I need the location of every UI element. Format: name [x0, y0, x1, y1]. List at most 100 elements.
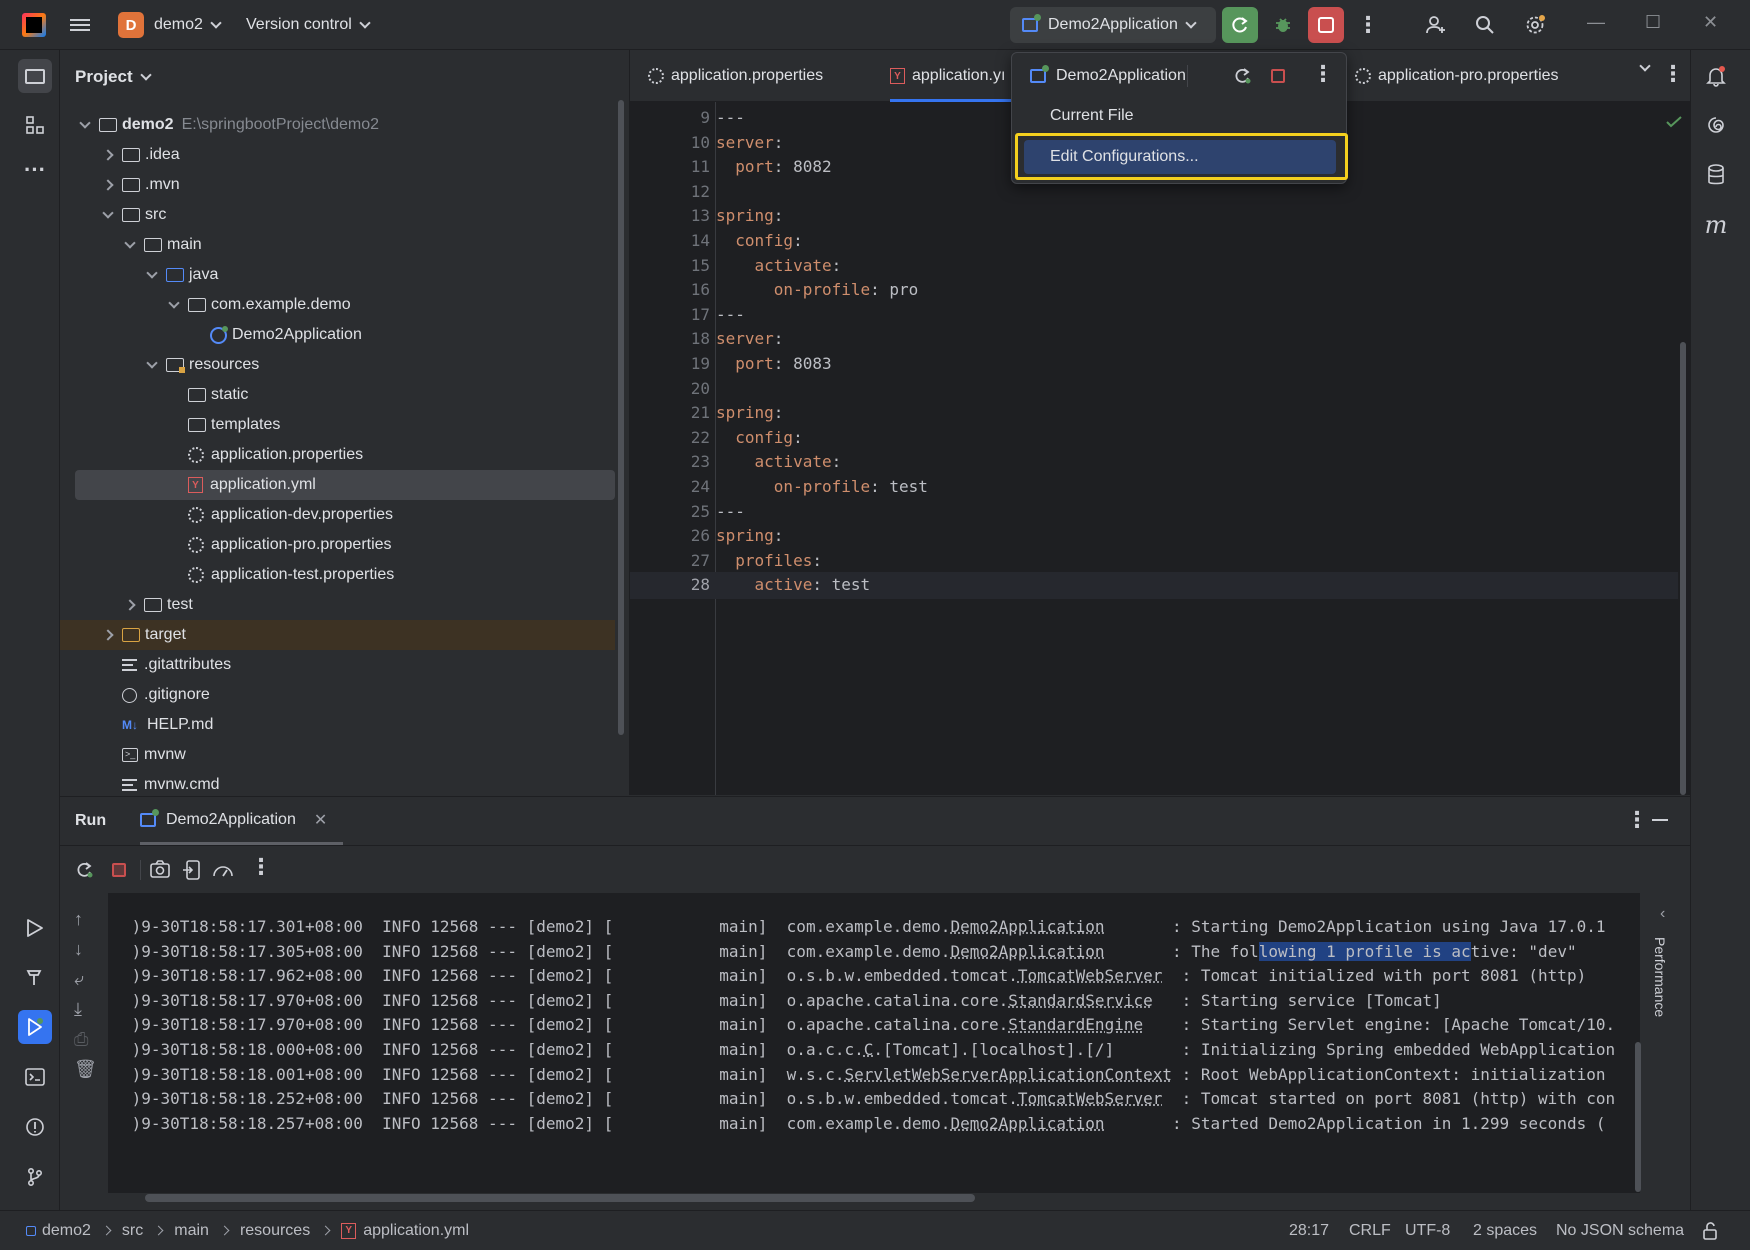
- chevron-left-icon[interactable]: ‹: [1660, 905, 1665, 923]
- scroll-down-icon[interactable]: ↓: [74, 939, 83, 960]
- more-tools-button[interactable]: ···: [18, 153, 52, 187]
- print-icon[interactable]: ⎙: [74, 1029, 88, 1050]
- breadcrumb-item[interactable]: src: [122, 1222, 143, 1240]
- breadcrumb-item[interactable]: application.yml: [363, 1222, 469, 1240]
- tree-row[interactable]: main: [60, 230, 615, 260]
- project-panel-header[interactable]: Project: [75, 67, 152, 87]
- console-output[interactable]: )9-30T18:58:17.301+08:00 INFO 12568 --- …: [108, 893, 1640, 1193]
- rerun-icon[interactable]: [74, 860, 94, 880]
- more-vertical-icon[interactable]: ⋮: [250, 856, 272, 878]
- line-separator[interactable]: CRLF: [1349, 1222, 1391, 1240]
- scroll-to-end-icon[interactable]: ⤓: [74, 999, 82, 1020]
- tree-row[interactable]: .idea: [60, 140, 615, 170]
- run-tab-demo2application[interactable]: Demo2Application ✕: [140, 797, 344, 845]
- caret-position[interactable]: 28:17: [1289, 1222, 1329, 1240]
- popup-config-row[interactable]: Demo2Application ⋮: [1012, 53, 1346, 99]
- more-actions-button[interactable]: ⋮: [1350, 7, 1386, 43]
- tree-row[interactable]: resources: [60, 350, 615, 380]
- editor-scrollbar[interactable]: [1680, 342, 1686, 795]
- expand-arrow-icon[interactable]: [100, 207, 116, 223]
- json-schema[interactable]: No JSON schema: [1556, 1222, 1684, 1240]
- camera-icon[interactable]: [150, 860, 170, 878]
- breadcrumb-item[interactable]: demo2: [42, 1222, 91, 1240]
- search-button[interactable]: [1467, 7, 1503, 43]
- trash-icon[interactable]: 🗑: [74, 1059, 97, 1080]
- code-with-me-button[interactable]: [1418, 7, 1454, 43]
- log-cls[interactable]: Demo2Application: [950, 917, 1104, 936]
- tab-application-yml[interactable]: Y application.yı: [890, 50, 1020, 102]
- log-cls[interactable]: Demo2Application: [950, 942, 1104, 961]
- tree-row[interactable]: .gitattributes: [60, 650, 615, 680]
- expand-arrow-icon[interactable]: [144, 267, 160, 283]
- build-tool-button[interactable]: [18, 960, 52, 994]
- tree-row[interactable]: src: [60, 200, 615, 230]
- profiler-icon[interactable]: [212, 860, 234, 880]
- tree-row[interactable]: M↓ HELP.md: [60, 710, 615, 740]
- soft-wrap-icon[interactable]: ⤶: [74, 969, 84, 990]
- expand-arrow-icon[interactable]: [122, 237, 138, 253]
- maximize-icon[interactable]: ☐: [1645, 12, 1661, 33]
- rerun-icon[interactable]: [1232, 66, 1252, 86]
- log-cls[interactable]: ServletWebServerApplicationContext: [844, 1065, 1172, 1084]
- code-area[interactable]: 9 --- 10 server: 11 port: 8082 12 13 spring: 14 …: [630, 102, 1690, 795]
- maven-button[interactable]: m: [1699, 208, 1733, 242]
- tree-row[interactable]: test: [60, 590, 615, 620]
- tree-row[interactable]: com.example.demo: [60, 290, 615, 320]
- services-tool-button[interactable]: [18, 911, 52, 945]
- console-v-scrollbar[interactable]: [1635, 1042, 1641, 1192]
- stop-button[interactable]: [1308, 7, 1344, 43]
- tab-application-pro-properties[interactable]: application-pro.properties: [1355, 50, 1559, 102]
- tree-row[interactable]: application-test.properties: [60, 560, 615, 590]
- expand-arrow-icon[interactable]: [144, 357, 160, 373]
- tree-row[interactable]: templates: [60, 410, 615, 440]
- log-cls[interactable]: TomcatWebServer: [1018, 966, 1163, 985]
- log-cls[interactable]: StandardService: [1008, 991, 1153, 1010]
- expand-arrow-icon[interactable]: [77, 117, 93, 133]
- login-icon[interactable]: [182, 860, 200, 880]
- collapse-arrow-icon[interactable]: [122, 597, 138, 613]
- tree-row[interactable]: static: [60, 380, 615, 410]
- tree-row[interactable]: Demo2Application: [60, 320, 615, 350]
- log-cls[interactable]: StandardEngine: [1008, 1015, 1143, 1034]
- more-vertical-icon[interactable]: ⋮: [1626, 809, 1648, 831]
- breadcrumb-item[interactable]: main: [174, 1222, 209, 1240]
- minimize-icon[interactable]: —: [1587, 12, 1605, 33]
- more-vertical-icon[interactable]: ⋮: [1662, 63, 1684, 85]
- stop-icon[interactable]: [1271, 69, 1285, 83]
- close-icon[interactable]: ✕: [1703, 12, 1718, 33]
- database-button[interactable]: [1699, 158, 1733, 192]
- tree-row-selected[interactable]: Yapplication.yml: [75, 470, 615, 500]
- console-h-scrollbar[interactable]: [145, 1194, 975, 1202]
- log-cls[interactable]: Demo2Application: [950, 1114, 1104, 1133]
- tree-row[interactable]: application-dev.properties: [60, 500, 615, 530]
- tree-row[interactable]: .gitignore: [60, 680, 615, 710]
- terminal-tool-button[interactable]: [18, 1060, 52, 1094]
- tabs-dropdown-icon[interactable]: [1639, 60, 1651, 72]
- tree-row[interactable]: .mvn: [60, 170, 615, 200]
- notifications-button[interactable]: [1699, 59, 1733, 93]
- tree-row[interactable]: application-pro.properties: [60, 530, 615, 560]
- debug-button[interactable]: [1265, 7, 1301, 43]
- git-tool-button[interactable]: [18, 1160, 52, 1194]
- tab-application-properties[interactable]: application.properties: [648, 50, 823, 102]
- tree-row[interactable]: >_ mvnw: [60, 740, 615, 770]
- run-tool-button[interactable]: [18, 1010, 52, 1044]
- collapse-arrow-icon[interactable]: [100, 627, 116, 643]
- file-encoding[interactable]: UTF-8: [1405, 1222, 1450, 1240]
- structure-tool-button[interactable]: [18, 108, 52, 142]
- tree-row-root[interactable]: demo2 E:\springbootProject\demo2: [60, 110, 615, 140]
- scroll-up-icon[interactable]: ↑: [74, 909, 83, 930]
- settings-button[interactable]: [1517, 7, 1553, 43]
- version-control-widget[interactable]: Version control: [246, 0, 371, 50]
- stop-icon[interactable]: [112, 863, 126, 877]
- project-tool-button[interactable]: [18, 59, 52, 93]
- main-menu-icon[interactable]: [70, 0, 92, 50]
- edit-configurations-item[interactable]: Edit Configurations...: [1024, 140, 1336, 174]
- expand-arrow-icon[interactable]: [166, 297, 182, 313]
- performance-tab[interactable]: Performance: [1652, 937, 1668, 1017]
- tree-row[interactable]: target: [60, 620, 615, 650]
- indent-setting[interactable]: 2 spaces: [1473, 1222, 1537, 1240]
- current-file-item[interactable]: Current File: [1024, 99, 1336, 133]
- problems-tool-button[interactable]: [18, 1110, 52, 1144]
- log-cls[interactable]: TomcatWebServer: [1018, 1089, 1163, 1108]
